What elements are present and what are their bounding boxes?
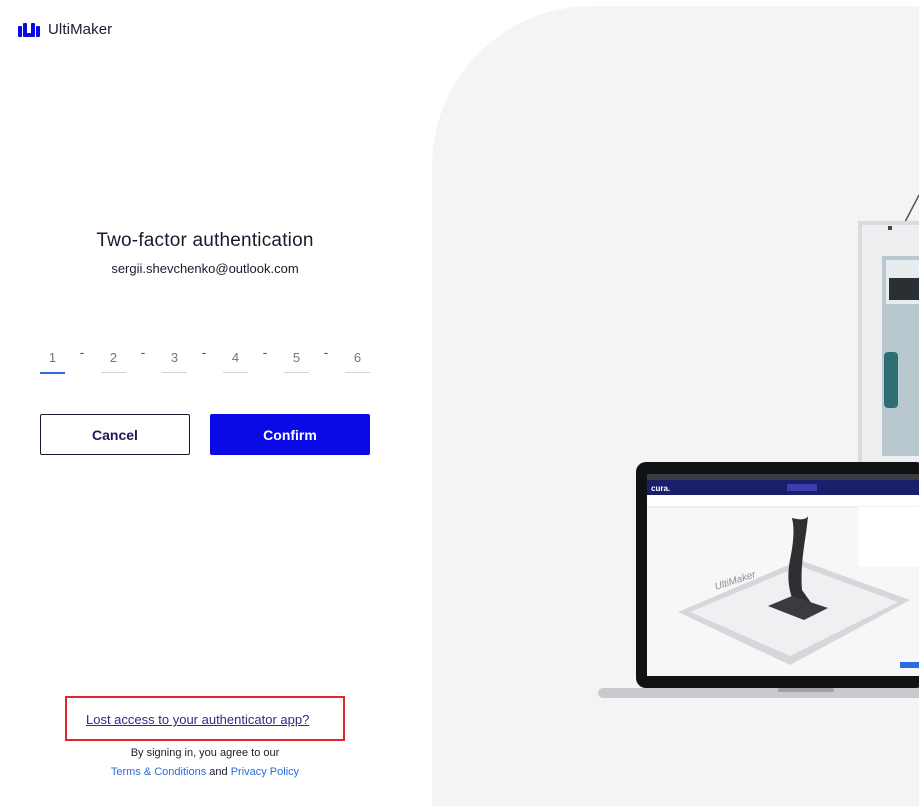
cancel-button[interactable]: Cancel	[40, 414, 190, 455]
otp-digit-2[interactable]	[101, 342, 126, 373]
terms-links: Terms & Conditions and Privacy Policy	[40, 766, 370, 778]
otp-digit-4[interactable]	[223, 342, 248, 373]
otp-separator: -	[201, 344, 207, 360]
otp-digit-6[interactable]	[345, 342, 370, 373]
otp-separator: -	[323, 344, 329, 360]
and-text: and	[209, 766, 228, 778]
otp-digit-1[interactable]	[40, 342, 65, 374]
account-email: sergii.shevchenko@outlook.com	[111, 261, 299, 276]
otp-separator: -	[140, 344, 146, 360]
otp-separator: -	[79, 344, 85, 360]
otp-digit-3[interactable]	[162, 342, 187, 373]
lost-authenticator-link[interactable]: Lost access to your authenticator app?	[86, 712, 309, 727]
otp-digit-5[interactable]	[284, 342, 309, 373]
auth-header: Two-factor authentication sergii.shevche…	[40, 230, 370, 276]
brand-logo[interactable]: UltiMaker	[17, 21, 112, 38]
terms-conditions-link[interactable]: Terms & Conditions	[111, 766, 206, 778]
otp-code-inputs: - - - - -	[40, 342, 370, 374]
terms-agreement-text: By signing in, you agree to our	[130, 747, 280, 759]
ultimaker-logo-icon	[18, 22, 40, 37]
confirm-button[interactable]: Confirm	[210, 414, 370, 455]
privacy-policy-link[interactable]: Privacy Policy	[231, 766, 299, 778]
illustration-panel	[432, 6, 919, 806]
page-title: Two-factor authentication	[96, 230, 314, 251]
otp-separator: -	[262, 344, 268, 360]
brand-name: UltiMaker	[48, 21, 113, 38]
